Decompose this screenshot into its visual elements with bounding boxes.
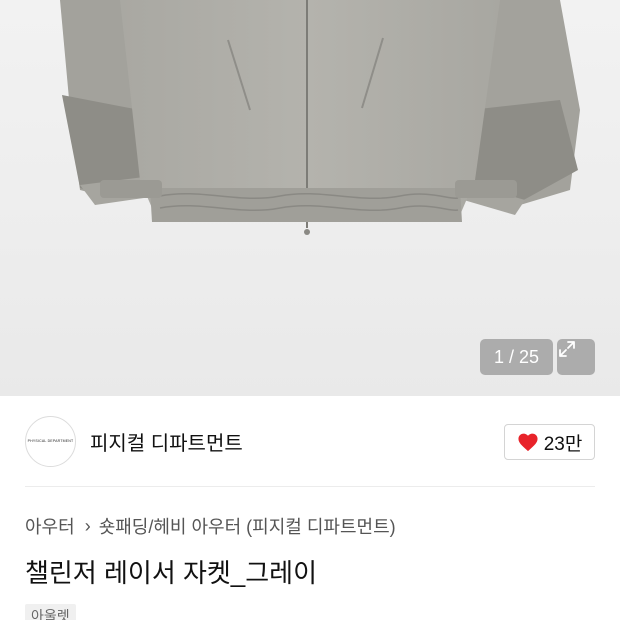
brand-logo[interactable]: PHYSICAL DEPARTMENT [25, 415, 76, 467]
expand-icon [559, 341, 575, 357]
brand-row: PHYSICAL DEPARTMENT 피지컬 디파트먼트 23만 [25, 415, 595, 467]
breadcrumb-category[interactable]: 아우터 [25, 513, 75, 539]
heart-icon [518, 433, 538, 452]
product-image [60, 0, 580, 235]
chevron-right-icon: › [84, 515, 91, 536]
brand-logo-text: PHYSICAL DEPARTMENT [27, 439, 74, 443]
outlet-badge: 아울렛 [25, 604, 76, 620]
like-button[interactable]: 23만 [504, 424, 595, 460]
product-title: 챌린저 레이서 자켓_그레이 [25, 558, 318, 588]
expand-button[interactable] [557, 339, 595, 375]
divider [25, 486, 595, 487]
image-counter: 1 / 25 [480, 339, 553, 375]
like-count: 23만 [543, 433, 583, 455]
brand-name[interactable]: 피지컬 디파트먼트 [90, 427, 243, 456]
breadcrumb: 아우터 › 숏패딩/헤비 아우터 (피지컬 디파트먼트) [25, 512, 396, 540]
breadcrumb-subcategory[interactable]: 숏패딩/헤비 아우터 (피지컬 디파트먼트) [99, 513, 396, 539]
product-image-gallery[interactable]: 1 / 25 [0, 0, 620, 396]
